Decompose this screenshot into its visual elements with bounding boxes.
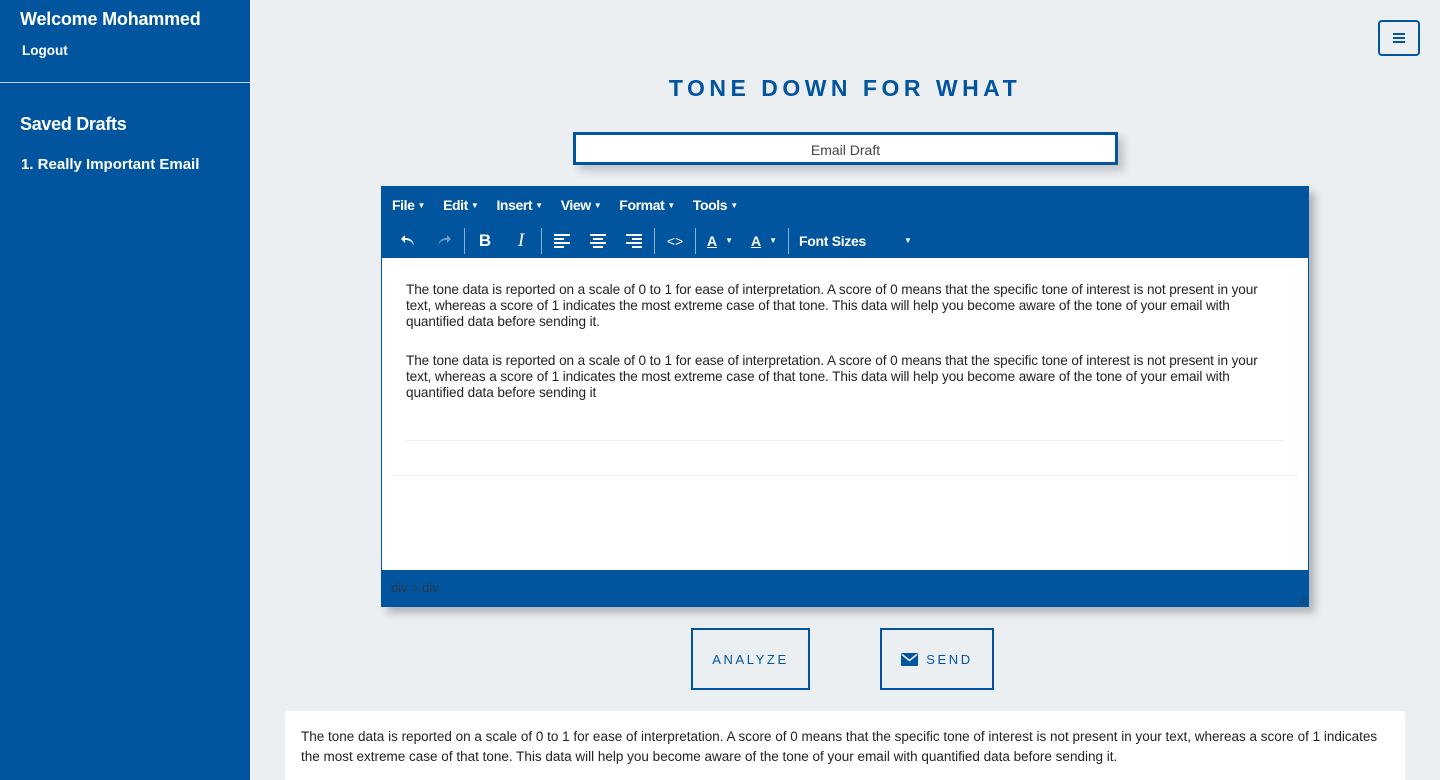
toolbar-separator bbox=[464, 227, 465, 254]
toolbar-separator bbox=[788, 227, 789, 254]
caret-down-icon: ▼ bbox=[593, 201, 602, 210]
editor-menubar: File ▼ Edit ▼ Insert ▼ View ▼ Format ▼ Tools ▼ bbox=[382, 187, 1308, 223]
analyze-button[interactable]: ANALYZE bbox=[691, 628, 810, 690]
rich-text-editor: File ▼ Edit ▼ Insert ▼ View ▼ Format ▼ Tools ▼… bbox=[381, 186, 1309, 607]
caret-down-icon: ▼ bbox=[769, 236, 778, 245]
app-title: TONE DOWN FOR WHAT bbox=[668, 75, 1022, 101]
caret-down-icon: ▼ bbox=[417, 201, 426, 210]
caret-down-icon: ▼ bbox=[730, 201, 738, 210]
toolbar-separator bbox=[654, 227, 655, 254]
send-label: SEND bbox=[926, 651, 973, 667]
align-left-button[interactable] bbox=[544, 226, 580, 256]
bold-button[interactable]: B bbox=[467, 226, 503, 256]
caret-down-icon: ▼ bbox=[470, 201, 479, 210]
font-sizes-label: Font Sizes bbox=[799, 232, 867, 249]
send-button[interactable]: SEND bbox=[880, 628, 994, 690]
background-color-icon: A bbox=[750, 232, 762, 249]
caret-down-icon: ▼ bbox=[667, 201, 675, 210]
menu-toggle-button[interactable] bbox=[1378, 20, 1420, 56]
align-right-button[interactable] bbox=[616, 226, 652, 256]
sidebar-divider bbox=[0, 82, 250, 83]
align-left-icon bbox=[554, 233, 570, 248]
source-code-button[interactable]: <> bbox=[657, 226, 693, 256]
menu-insert[interactable]: Insert ▼ bbox=[496, 197, 543, 213]
redo-button[interactable] bbox=[426, 226, 462, 256]
text-color-icon: A bbox=[706, 232, 718, 249]
logout-link[interactable]: Logout bbox=[22, 43, 68, 58]
saved-drafts-heading: Saved Drafts bbox=[20, 114, 127, 134]
editor-paragraph: The tone data is reported on a scale of … bbox=[406, 282, 1258, 329]
menu-format[interactable]: Format ▼ bbox=[619, 197, 675, 213]
editor-content-area[interactable]: The tone data is reported on a scale of … bbox=[382, 258, 1308, 572]
analyze-label: ANALYZE bbox=[712, 651, 789, 667]
toolbar-separator bbox=[541, 227, 542, 254]
caret-down-icon: ▼ bbox=[535, 201, 543, 210]
text-color-button[interactable]: A ▼ bbox=[698, 226, 742, 256]
align-center-button[interactable] bbox=[580, 226, 616, 256]
toolbar-separator bbox=[695, 227, 696, 254]
tone-result-panel: The tone data is reported on a scale of … bbox=[285, 711, 1405, 780]
align-center-icon bbox=[590, 233, 606, 248]
welcome-text: Welcome Mohammed bbox=[20, 9, 201, 29]
sidebar: Welcome Mohammed Logout Saved Drafts 1. … bbox=[0, 0, 250, 780]
menu-view[interactable]: View ▼ bbox=[561, 197, 602, 213]
italic-button[interactable]: I bbox=[503, 226, 539, 256]
undo-button[interactable] bbox=[390, 226, 426, 256]
undo-icon bbox=[401, 234, 414, 246]
editor-statusbar: div » div bbox=[382, 570, 1308, 606]
background-color-button[interactable]: A ▼ bbox=[742, 226, 786, 256]
element-path[interactable]: div » div bbox=[391, 580, 439, 595]
tone-result-text: The tone data is reported on a scale of … bbox=[301, 729, 1378, 764]
content-divider bbox=[392, 475, 1298, 476]
code-icon: <> bbox=[666, 232, 684, 249]
content-divider bbox=[406, 440, 1284, 441]
menu-file[interactable]: File ▼ bbox=[392, 197, 425, 213]
align-right-icon bbox=[626, 233, 642, 248]
italic-icon: I bbox=[517, 229, 525, 251]
caret-down-icon: ▼ bbox=[725, 236, 734, 245]
menu-tools[interactable]: Tools ▼ bbox=[693, 197, 738, 213]
editor-toolbar: B I <> A ▼ A ▼ Font Sizes ▼ bbox=[382, 223, 1308, 258]
bold-icon: B bbox=[478, 230, 492, 250]
menu-edit[interactable]: Edit ▼ bbox=[443, 197, 479, 213]
caret-down-icon: ▼ bbox=[904, 236, 912, 245]
envelope-icon bbox=[901, 652, 919, 666]
hamburger-menu-icon bbox=[1393, 33, 1405, 43]
saved-draft-item[interactable]: 1. Really Important Email bbox=[21, 156, 199, 173]
font-sizes-dropdown[interactable]: Font Sizes ▼ bbox=[799, 233, 912, 249]
resize-handle-icon[interactable] bbox=[1299, 597, 1305, 603]
redo-icon bbox=[438, 234, 451, 246]
editor-paragraph: The tone data is reported on a scale of … bbox=[406, 353, 1258, 400]
email-subject-field[interactable]: Email Draft bbox=[573, 132, 1118, 165]
